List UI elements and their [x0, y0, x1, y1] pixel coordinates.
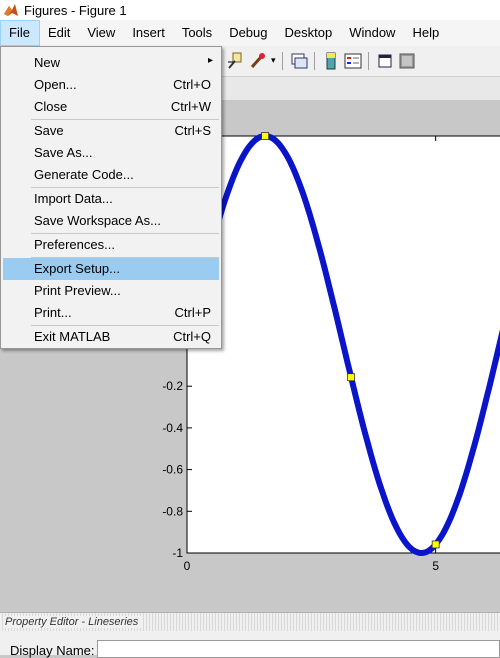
menu-item-exit-matlab[interactable]: Exit MATLAB Ctrl+Q [3, 326, 219, 348]
title-bar: Figures - Figure 1 [0, 0, 500, 20]
menu-desktop[interactable]: Desktop [277, 20, 342, 46]
property-editor-header: Property Editor - Lineseries [0, 613, 500, 631]
data-cursor-icon[interactable] [227, 52, 245, 70]
menu-debug[interactable]: Debug [221, 20, 276, 46]
data-marker [347, 373, 356, 382]
menu-item-print-preview[interactable]: Print Preview... [3, 280, 219, 302]
menu-item-save[interactable]: Save Ctrl+S [3, 120, 219, 142]
menu-file[interactable]: File [0, 20, 40, 46]
y-tick-label: -0.4 [162, 421, 183, 435]
x-tick-label: 0 [184, 559, 191, 573]
brush-dropdown-icon[interactable]: ▾ [271, 55, 276, 66]
display-name-input[interactable] [97, 640, 500, 658]
link-plot-icon[interactable] [290, 52, 308, 70]
menu-view[interactable]: View [79, 20, 124, 46]
hide-plot-tools-icon[interactable] [376, 52, 394, 70]
data-marker [261, 132, 270, 140]
menu-item-open[interactable]: Open... Ctrl+O [3, 74, 219, 96]
menu-item-import-data[interactable]: Import Data... [3, 188, 219, 210]
y-tick-label: -0.8 [162, 504, 183, 518]
submenu-arrow-icon: ▸ [207, 55, 213, 66]
menu-edit[interactable]: Edit [40, 20, 79, 46]
menu-item-save-workspace[interactable]: Save Workspace As... [3, 210, 219, 232]
menu-item-new[interactable]: New ▸ [3, 52, 219, 74]
toolbar-separator [314, 52, 315, 70]
brush-icon[interactable] [249, 52, 267, 70]
window-title: Figures - Figure 1 [24, 2, 127, 18]
y-tick-label: -0.6 [162, 463, 183, 477]
menu-item-export-setup[interactable]: Export Setup... [3, 258, 219, 280]
toolbar-separator [368, 52, 369, 70]
toolbar-separator [282, 52, 283, 70]
menu-item-close[interactable]: Close Ctrl+W [3, 96, 219, 118]
menu-help[interactable]: Help [404, 20, 448, 46]
property-editor: Property Editor - Lineseries Display Nam… [0, 612, 500, 658]
menu-window[interactable]: Window [341, 20, 404, 46]
matlab-icon [4, 4, 18, 16]
x-tick-label: 5 [432, 559, 439, 573]
colorbar-icon[interactable] [322, 52, 340, 70]
menu-bar: File Edit View Insert Tools Debug Deskto… [0, 20, 500, 46]
y-tick-label: -0.2 [162, 379, 183, 393]
data-marker [431, 540, 440, 549]
menu-insert[interactable]: Insert [124, 20, 174, 46]
legend-icon[interactable] [344, 52, 362, 70]
show-plot-tools-icon[interactable] [398, 52, 416, 70]
y-tick-label: -1 [172, 546, 183, 560]
display-name-label: Display Name: [10, 643, 95, 658]
menu-item-save-as[interactable]: Save As... [3, 142, 219, 164]
menu-tools[interactable]: Tools [174, 20, 221, 46]
file-menu-dropdown: New ▸ Open... Ctrl+O Close Ctrl+W Save C… [0, 46, 222, 349]
menu-item-generate-code[interactable]: Generate Code... [3, 164, 219, 186]
menu-item-print[interactable]: Print... Ctrl+P [3, 302, 219, 324]
menu-item-preferences[interactable]: Preferences... [3, 234, 219, 256]
